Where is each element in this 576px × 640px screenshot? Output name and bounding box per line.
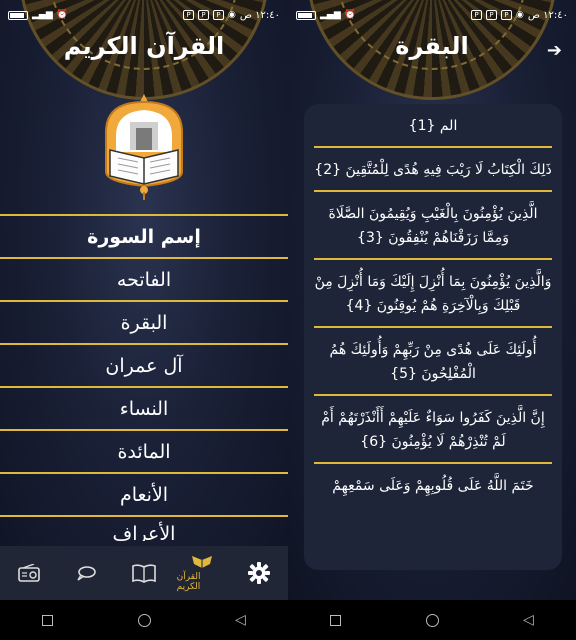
status-time: ١٢:٤٠ ص xyxy=(527,9,568,21)
notification-icon: P xyxy=(471,10,482,20)
nav-quran-label: القرآن الكريم xyxy=(176,572,201,592)
list-item[interactable]: الفاتحه xyxy=(0,257,288,300)
gear-icon xyxy=(248,562,271,584)
surah-detail-screen: ▂▄▆ ⏰ P P P ◉ ١٢:٤٠ ص البقرة ➔ الم {1} ذ… xyxy=(288,0,576,600)
recents-button[interactable] xyxy=(330,614,342,626)
verse-item: إِنَّ الَّذِينَ كَفَرُوا سَوَاءٌ عَلَيْه… xyxy=(314,396,552,464)
notification-icon: P xyxy=(501,10,512,20)
nav-quran[interactable]: القرآن الكريم xyxy=(177,554,227,592)
app-icon: ◉ xyxy=(228,10,236,20)
page-title: القرآن الكريم xyxy=(63,32,225,60)
back-arrow-icon[interactable]: ➔ xyxy=(547,40,562,61)
surah-list-header: إسم السورة xyxy=(0,214,288,257)
recents-button[interactable] xyxy=(42,614,54,626)
notification-icon: P xyxy=(486,10,497,20)
battery-icon xyxy=(8,10,28,20)
page-title: البقرة xyxy=(395,32,469,60)
radio-icon xyxy=(17,564,40,582)
verse-item: الَّذِينَ يُؤْمِنُونَ بِالْغَيْبِ وَيُقِ… xyxy=(314,192,552,260)
list-item[interactable]: المائدة xyxy=(0,429,288,472)
nav-settings[interactable] xyxy=(234,562,284,584)
list-item[interactable]: الأنعام xyxy=(0,472,288,515)
notification-icon: P xyxy=(183,10,194,20)
signal-icon: ▂▄▆ xyxy=(32,10,53,20)
battery-icon xyxy=(296,10,316,20)
verse-item: ذَلِكَ الْكِتَابُ لَا رَيْبَ فِيهِ هُدًى… xyxy=(314,148,552,192)
verse-item: الم {1} xyxy=(314,104,552,148)
notification-icon: P xyxy=(198,10,209,20)
verse-item: وَالَّذِينَ يُؤْمِنُونَ بِمَا أُنْزِلَ إ… xyxy=(314,260,552,328)
list-item[interactable]: البقرة xyxy=(0,300,288,343)
signal-icon: ▂▄▆ xyxy=(320,10,341,20)
system-nav-bar: ◁ ◁ xyxy=(0,600,576,640)
status-time: ١٢:٤٠ ص xyxy=(239,9,280,21)
home-button[interactable] xyxy=(425,613,439,627)
back-button[interactable]: ◁ xyxy=(235,612,246,628)
chat-icon xyxy=(77,566,97,581)
verse-item: أُولَئِكَ عَلَى هُدًى مِنْ رَبِّهِمْ وَأ… xyxy=(314,328,552,396)
quran-icon xyxy=(191,556,212,568)
alarm-icon: ⏰ xyxy=(56,10,68,20)
bottom-nav: القرآن الكريم xyxy=(0,546,288,600)
nav-radio[interactable] xyxy=(4,564,54,582)
status-bar: ▂▄▆ ⏰ P P P ◉ ١٢:٤٠ ص xyxy=(288,0,576,30)
book-icon xyxy=(132,564,156,583)
back-button[interactable]: ◁ xyxy=(523,612,534,628)
list-item[interactable]: الأعراف xyxy=(0,515,288,541)
app-icon: ◉ xyxy=(516,10,524,20)
home-button[interactable] xyxy=(137,613,151,627)
list-item[interactable]: النساء xyxy=(0,386,288,429)
alarm-icon: ⏰ xyxy=(344,10,356,20)
verse-item: خَتَمَ اللَّهُ عَلَى قُلُوبِهِمْ وَعَلَى… xyxy=(332,478,534,494)
list-item[interactable]: آل عمران xyxy=(0,343,288,386)
quran-logo xyxy=(105,94,183,200)
notification-icon: P xyxy=(213,10,224,20)
nav-book[interactable] xyxy=(119,563,169,583)
status-bar: ▂▄▆ ⏰ P P P ◉ ١٢:٤٠ ص xyxy=(0,0,288,30)
verse-card: الم {1} ذَلِكَ الْكِتَابُ لَا رَيْبَ فِي… xyxy=(304,104,562,570)
nav-chat[interactable] xyxy=(61,564,111,582)
surah-list: إسم السورة الفاتحه البقرة آل عمران النسا… xyxy=(0,214,288,541)
surah-list-screen: ▂▄▆ ⏰ P P P ◉ ١٢:٤٠ ص القرآن الكريم إسم … xyxy=(0,0,288,600)
